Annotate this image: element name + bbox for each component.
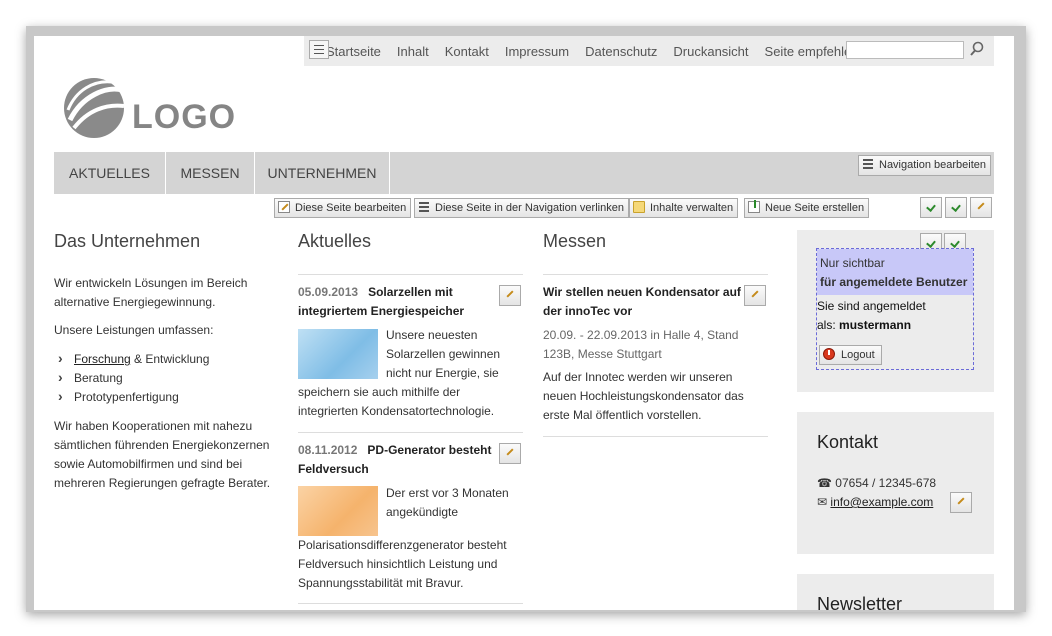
main-nav-tab-aktuelles[interactable]: AKTUELLES (54, 152, 166, 194)
page: Startseite Inhalt Kontakt Impressum Date… (34, 36, 1014, 610)
logged-in-user: als: mustermann (817, 316, 972, 335)
new-page-label: Neue Seite erstellen (765, 202, 865, 214)
logged-in-text: Sie sind angemeldet (817, 299, 926, 313)
edit-contact-button[interactable] (950, 492, 972, 513)
new-page-icon (748, 200, 760, 213)
as-label: als: (817, 318, 836, 332)
fair-headline[interactable]: Wir stellen neuen Kondensator auf der in… (543, 283, 743, 321)
fair-meta: 20.09. - 22.09.2013 in Halle 4, Stand 12… (543, 328, 739, 361)
main-nav-tab-messen[interactable]: MESSEN (166, 152, 255, 194)
fairs-title: Messen (543, 231, 607, 251)
company-intro: Wir entwickeln Lösungen im Bereich alter… (54, 276, 248, 309)
top-navigation: Startseite Inhalt Kontakt Impressum Date… (304, 36, 994, 66)
browser-frame: Startseite Inhalt Kontakt Impressum Date… (26, 26, 1026, 612)
edit-navigation-label: Navigation bearbeiten (879, 159, 987, 171)
manage-content-button[interactable]: Inhalte verwalten (629, 198, 739, 218)
news-item-2-heading[interactable]: 08.11.2012 PD-Generator besteht Feldvers… (298, 441, 498, 479)
news-1-image (298, 329, 378, 379)
news-2-body-rest: Polarisationsdifferenzgenerator besteht … (298, 538, 507, 590)
search-input[interactable] (846, 41, 964, 59)
contact-phone: 07654 / 12345-678 (835, 476, 937, 490)
search-icon[interactable] (970, 41, 984, 57)
logo-text: LOGO (132, 98, 237, 136)
list-item-text: Prototypenfertigung (74, 390, 179, 404)
logo[interactable]: LOGO (62, 76, 235, 140)
list-item-text: Beratung (74, 371, 123, 385)
news-2-body-short: Der erst vor 3 Monaten angekündigte (386, 486, 509, 519)
news-item-1-heading[interactable]: 05.09.2013 Solarzellen mit integriertem … (298, 283, 493, 321)
services-list: Forschung & Entwicklung Beratung Prototy… (54, 349, 269, 407)
list-item: Prototypenfertigung (54, 387, 269, 407)
divider (298, 603, 523, 604)
news-date: 05.09.2013 (298, 285, 359, 299)
divider (298, 274, 523, 275)
services-label: Unsere Leistungen umfassen: (54, 323, 214, 337)
edit-news-1-button[interactable] (499, 285, 521, 306)
forschung-link[interactable]: Forschung (74, 352, 131, 366)
login-info-area: Nur sichtbar für angemeldete Benutzer Si… (816, 248, 974, 370)
edit-sidebar-button[interactable] (970, 197, 992, 218)
divider (543, 274, 768, 275)
company-title: Das Unternehmen (54, 231, 201, 251)
add-content-button-2[interactable] (945, 197, 967, 218)
contact-email-row: ✉ info@example.com (817, 493, 967, 512)
list-icon (862, 158, 874, 170)
top-nav-list: Startseite Inhalt Kontakt Impressum Date… (326, 44, 874, 59)
top-nav-item-druckansicht[interactable]: Druckansicht (673, 44, 748, 59)
edit-news-2-button[interactable] (499, 443, 521, 464)
services-list-wrapper: Forschung & Entwicklung Beratung Prototy… (54, 349, 269, 407)
divider (543, 436, 768, 437)
top-nav-item-inhalt[interactable]: Inhalt (397, 44, 429, 59)
visibility-notice-line1: Nur sichtbar (820, 256, 885, 270)
phone-icon: ☎ (817, 476, 832, 490)
top-nav-item-kontakt[interactable]: Kontakt (445, 44, 489, 59)
folder-icon (633, 201, 645, 213)
link-in-navigation-button[interactable]: Diese Seite in der Navigation verlinken (414, 198, 629, 218)
power-icon (823, 348, 835, 360)
newsletter-title: Newsletter (817, 594, 903, 610)
menu-toggle-icon[interactable] (309, 40, 329, 59)
news-title: Aktuelles (298, 231, 372, 251)
edit-navigation-button[interactable]: Navigation bearbeiten (858, 155, 992, 176)
logout-label: Logout (841, 349, 875, 361)
edit-fair-button[interactable] (744, 285, 766, 306)
logout-button[interactable]: Logout (819, 345, 882, 365)
edit-page-label: Diese Seite bearbeiten (295, 202, 407, 214)
top-nav-item-datenschutz[interactable]: Datenschutz (585, 44, 657, 59)
list-item-text: & Entwicklung (130, 352, 210, 366)
news-1-body-short: Unsere neuesten Solarzellen gewinnen nic… (386, 328, 501, 380)
visibility-notice-line2: für angemeldete Benutzer (820, 275, 968, 289)
contact-email-link[interactable]: info@example.com (830, 495, 933, 509)
contact-phone-row: ☎ 07654 / 12345-678 (817, 474, 967, 493)
edit-page-button[interactable]: Diese Seite bearbeiten (274, 198, 412, 218)
list-item: Forschung & Entwicklung (54, 349, 269, 369)
username: mustermann (839, 318, 912, 332)
news-2-image (298, 486, 378, 536)
main-navigation: AKTUELLES MESSEN UNTERNEHMEN Navigation … (54, 152, 994, 194)
company-outro: Wir haben Kooperationen mit nahezu sämtl… (54, 419, 271, 490)
list-icon (418, 201, 430, 213)
top-nav-item-startseite[interactable]: Startseite (326, 44, 381, 59)
news-1-body-rest: speichern sie auch mithilfe der integrie… (298, 385, 495, 418)
new-page-button[interactable]: Neue Seite erstellen (744, 198, 870, 218)
fair-body: Auf der Innotec werden wir unseren neuen… (543, 370, 744, 422)
news-date: 08.11.2012 (298, 443, 358, 457)
manage-content-label: Inhalte verwalten (650, 202, 734, 214)
divider (298, 432, 523, 433)
top-nav-item-seite-empfehlen[interactable]: Seite empfehlen (765, 44, 859, 59)
logo-mark-icon (64, 78, 125, 138)
main-nav-tab-unternehmen[interactable]: UNTERNEHMEN (255, 152, 390, 194)
contact-title: Kontakt (817, 432, 879, 452)
link-in-navigation-label: Diese Seite in der Navigation verlinken (435, 202, 624, 214)
top-nav-item-impressum[interactable]: Impressum (505, 44, 569, 59)
add-content-button-1[interactable] (920, 197, 942, 218)
list-item: Beratung (54, 368, 269, 388)
pencil-icon (278, 201, 290, 213)
envelope-icon: ✉ (817, 495, 828, 509)
